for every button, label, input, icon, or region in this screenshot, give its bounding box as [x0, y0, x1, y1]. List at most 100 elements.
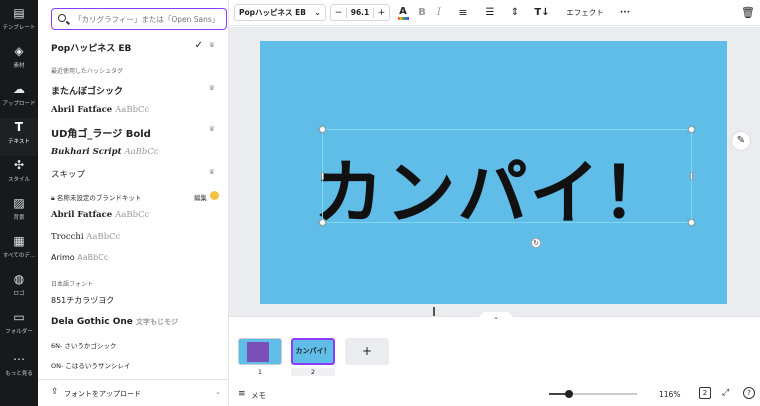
section-header-japanese: 日本語フォント [51, 281, 94, 288]
side-handle[interactable] [690, 172, 693, 180]
font-item[interactable]: Trocchi AaBbCc [51, 232, 221, 242]
font-item[interactable]: Bukhari Script AaBbCc [51, 147, 221, 157]
chevron-down-icon[interactable]: ⌄ [215, 388, 221, 396]
more-options-button[interactable]: ··· [617, 4, 633, 21]
font-name: 6N- さいうかゴシック [51, 342, 117, 350]
font-size-stepper[interactable]: − 96.1 + [330, 4, 390, 21]
sidebar-item-background[interactable]: ▨ 背景 [0, 194, 38, 232]
font-name: 851チカラヅヨク [51, 296, 115, 305]
resize-handle[interactable] [319, 126, 326, 133]
zoom-level[interactable]: 116% [659, 390, 680, 399]
font-name: Abril Fatface [51, 105, 113, 115]
font-item[interactable]: ON- こはるいうサンシレイ [51, 360, 221, 370]
font-sample: AaBbCc [86, 232, 121, 242]
sidebar-item-folders[interactable]: ▭ フォルダー [0, 308, 38, 346]
zoom-slider[interactable] [549, 390, 637, 398]
color-swatch [397, 16, 409, 20]
sidebar-item-label: 背景 [13, 215, 25, 221]
resize-handle[interactable] [319, 219, 326, 226]
sidebar-item-styles[interactable]: ✣ スタイル [0, 156, 38, 194]
page-thumbnail-1[interactable] [238, 338, 282, 365]
font-name: またんぼゴシック [51, 87, 124, 97]
page-thumbnail-2[interactable]: カンパイ！ [291, 338, 335, 365]
sidebar-item-templates[interactable]: ▤ テンプレート [0, 4, 38, 42]
sidebar-item-text[interactable]: T テキスト [0, 118, 38, 156]
brand-kit-label: 名称未設定のブランドキット [56, 194, 142, 202]
font-item[interactable]: Dela Gothic One 文字もじモジ [51, 317, 221, 327]
sidebar-item-elements[interactable]: ◈ 素材 [0, 42, 38, 80]
font-family-dropdown[interactable]: Popハッピネス EB ⌄ [234, 4, 326, 21]
sidebar-item-label: 素材 [13, 63, 25, 69]
font-item[interactable]: またんぼゴシック ♛ [51, 84, 221, 97]
sidebar-item-label: テンプレート [2, 25, 36, 31]
chevron-down-icon[interactable]: ⌄ [479, 312, 513, 321]
brand-kit-header: 🔒︎ 名称未設定のブランドキット 編集 [51, 191, 221, 203]
trash-icon[interactable]: 🗑︎ [741, 4, 755, 21]
vertical-text-icon[interactable]: T↓ [534, 4, 550, 21]
spacing-icon[interactable]: ⇕ [507, 4, 523, 21]
font-item-selected[interactable]: Popハッピネス EB ✓ ♛ [51, 40, 221, 54]
font-name: Bukhari Script [51, 147, 122, 157]
align-center-icon[interactable]: ≡ [455, 4, 471, 21]
bold-button[interactable]: B [415, 4, 429, 21]
font-item[interactable]: 851チカラヅヨク [51, 295, 221, 306]
upload-font-label: フォントをアップロード [64, 390, 141, 398]
editor-workspace: カンパイ！ ↻ ✎ [229, 27, 760, 319]
logo-icon: ◍ [13, 272, 25, 286]
font-name: UD角ゴ_ラージ Bold [51, 129, 151, 140]
font-sample: 文字もじモジ [136, 318, 179, 326]
fullscreen-icon[interactable]: ⤢ [722, 388, 729, 398]
font-item[interactable]: Arimo AaBbCc [51, 253, 221, 262]
effects-button[interactable]: エフェクト [564, 4, 606, 21]
font-name: ON- こはるいうサンシレイ [51, 362, 131, 370]
brand-kit-edit-link[interactable]: 編集 [194, 192, 207, 202]
text-icon: T [14, 120, 24, 134]
page-count-button[interactable]: 2 [699, 387, 711, 399]
design-page[interactable]: カンパイ！ ↻ [260, 41, 727, 304]
cloud-upload-icon: ☁ [13, 82, 25, 96]
grid-icon: ▦ [13, 234, 25, 248]
sidebar-item-more[interactable]: ⋯ もっと見る [0, 350, 38, 388]
font-item[interactable]: スキップ ♛ [51, 168, 221, 180]
crown-badge-icon [210, 191, 219, 200]
decrease-size-button[interactable]: − [331, 7, 347, 18]
text-color-button[interactable]: A [396, 4, 410, 21]
sidebar-item-label: アップロード [2, 101, 36, 107]
hatch-icon: ▨ [13, 196, 25, 210]
font-panel: Popハッピネス EB ✓ ♛ 最近使用したハッシュタグ またんぼゴシック ♛ … [38, 0, 266, 406]
bottom-bar: ≡ メモ 116% 2 ⤢ ? [229, 380, 760, 406]
font-item[interactable]: 6N- さいうかゴシック [51, 340, 221, 350]
font-item[interactable]: UD角ゴ_ラージ Bold ♛ [51, 125, 221, 140]
sidebar-item-all-designs[interactable]: ▦ すべてのデ... [0, 232, 38, 270]
sidebar-item-logos[interactable]: ◍ ロゴ [0, 270, 38, 308]
list-icon[interactable]: ☰ [482, 4, 498, 21]
resize-handle[interactable] [688, 126, 695, 133]
sidebar-item-uploads[interactable]: ☁ アップロード [0, 80, 38, 118]
side-handle[interactable] [321, 172, 324, 180]
crown-icon: ♛ [208, 168, 215, 176]
rotate-icon[interactable]: ↻ [531, 238, 541, 248]
upload-icon: ⇪ [51, 387, 59, 397]
resize-handle[interactable] [688, 219, 695, 226]
upload-font-button[interactable]: ⇪ フォントをアップロード ⌄ [38, 379, 229, 406]
font-sample: AaBbCc [124, 147, 159, 157]
font-item[interactable]: Abril Fatface AaBbCc [51, 105, 221, 115]
help-button[interactable]: ? [743, 387, 755, 399]
notes-icon: ≡ [238, 389, 246, 399]
add-page-button[interactable]: + [345, 338, 389, 365]
font-name: Trocchi [51, 232, 84, 242]
layout-icon: ▤ [13, 6, 25, 20]
thumbnail-text: カンパイ！ [295, 347, 331, 355]
italic-button[interactable]: I [432, 4, 446, 21]
folder-icon: ▭ [13, 310, 25, 324]
more-icon: ⋯ [13, 352, 25, 366]
comment-icon[interactable]: ✎ [731, 131, 751, 151]
font-search[interactable] [51, 8, 227, 30]
increase-size-button[interactable]: + [373, 7, 389, 18]
font-item[interactable]: Abril Fatface AaBbCc [51, 210, 221, 220]
font-search-input[interactable] [74, 11, 226, 27]
notes-button[interactable]: メモ [251, 390, 266, 401]
font-sample: AaBbCc [115, 210, 150, 220]
zoom-slider-thumb[interactable] [565, 390, 573, 398]
font-size-input[interactable]: 96.1 [347, 8, 373, 17]
